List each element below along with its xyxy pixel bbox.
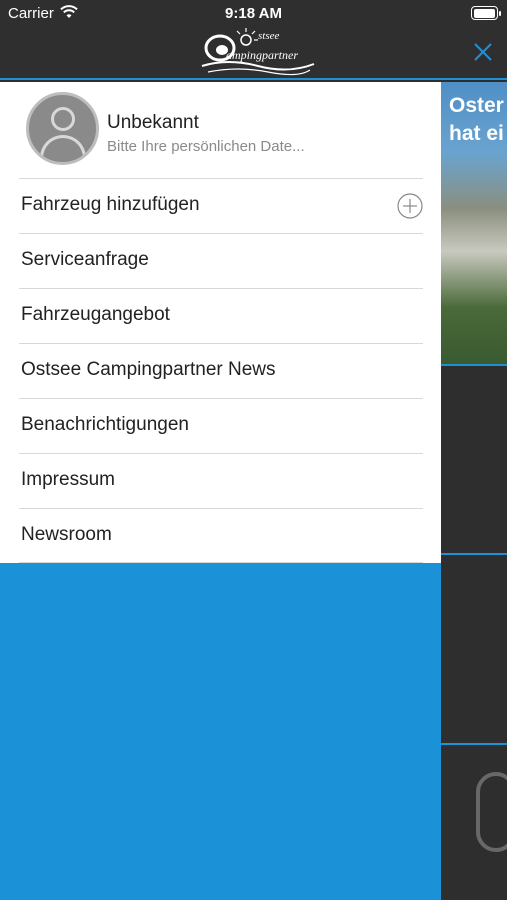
menu-item-newsroom[interactable]: Newsroom (19, 508, 423, 563)
menu-item-vehicle-offer[interactable]: Fahrzeugangebot (19, 288, 423, 343)
menu-item-add-vehicle[interactable]: Fahrzeug hinzufügen (19, 178, 423, 233)
menu-item-notifications[interactable]: Benachrichtigungen (19, 398, 423, 453)
profile-subtitle: Bitte Ihre persönlichen Date... (107, 138, 305, 155)
plus-circle-icon[interactable] (397, 193, 423, 219)
avatar-icon (26, 92, 99, 165)
close-menu-button[interactable] (471, 40, 495, 64)
profile-header[interactable]: Unbekannt Bitte Ihre persönlichen Date..… (0, 82, 441, 178)
menu-item-label: Serviceanfrage (21, 249, 149, 270)
menu-item-label: Fahrzeug hinzufügen (21, 194, 200, 215)
divider (441, 364, 507, 366)
logo-top-text: stsee (258, 30, 280, 42)
avatar-body (40, 135, 86, 162)
news-card-title: Oster hat ei (449, 94, 504, 145)
avatar-head (51, 107, 75, 131)
profile-name: Unbekannt (107, 112, 199, 133)
menu-item-label: Fahrzeugangebot (21, 304, 170, 325)
clock: 9:18 AM (225, 5, 282, 22)
menu-item-label: Impressum (21, 469, 115, 490)
menu-item-label: Ostsee Campingpartner News (21, 359, 276, 380)
side-drawer: Unbekannt Bitte Ihre persönlichen Date..… (0, 82, 441, 900)
divider (441, 743, 507, 745)
menu-list: Fahrzeug hinzufügen Serviceanfrage Fahrz… (0, 178, 441, 563)
status-bar: Carrier 9:18 AM (0, 0, 507, 28)
menu-item-label: Benachrichtigungen (21, 414, 189, 435)
menu-panel: Unbekannt Bitte Ihre persönlichen Date..… (0, 82, 441, 563)
news-card-image[interactable]: Oster hat ei (441, 82, 507, 364)
menu-item-label: Newsroom (21, 524, 112, 545)
logo-text: ampingpartner (226, 48, 298, 62)
app-header: stsee ampingpartner (0, 28, 507, 80)
menu-item-imprint[interactable]: Impressum (19, 453, 423, 508)
divider (441, 553, 507, 555)
battery-level-fill (473, 8, 495, 18)
placeholder-icon (476, 772, 507, 852)
menu-item-service-request[interactable]: Serviceanfrage (19, 233, 423, 288)
menu-item-news[interactable]: Ostsee Campingpartner News (19, 343, 423, 398)
battery-icon (471, 6, 501, 20)
